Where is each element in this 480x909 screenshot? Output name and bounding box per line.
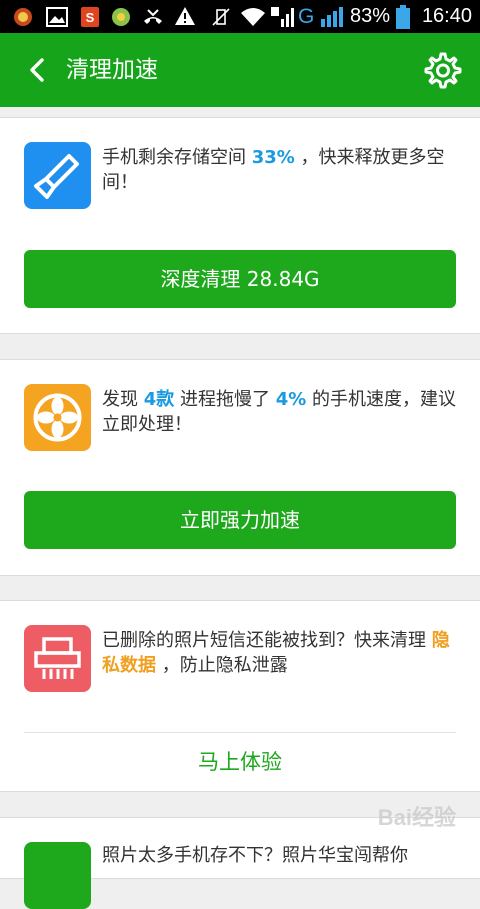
signal-icon-sim2 bbox=[271, 7, 294, 27]
divider bbox=[24, 732, 456, 733]
fan-icon bbox=[24, 384, 91, 451]
privacy-message: 已删除的照片短信还能被找到？快来清理 隐私数据 ，防止隐私泄露 bbox=[102, 628, 462, 678]
back-icon[interactable] bbox=[20, 51, 56, 89]
battery-icon bbox=[396, 5, 410, 29]
page-title: 清理加速 bbox=[66, 57, 158, 83]
storage-message: 手机剩余存储空间 33% ，快来释放更多空间！ bbox=[102, 145, 462, 195]
speedup-text-1: 发现 bbox=[102, 389, 144, 410]
watermark: Bai经验 bbox=[377, 805, 456, 830]
image-notification-icon bbox=[46, 7, 68, 27]
storage-percent: 33% bbox=[251, 147, 295, 168]
boost-button[interactable]: 立即强力加速 bbox=[24, 491, 456, 549]
signal-icon-sim1 bbox=[321, 7, 343, 27]
privacy-card: 已删除的照片短信还能被找到？快来清理 隐私数据 ，防止隐私泄露 马上体验 bbox=[0, 600, 480, 792]
try-now-link[interactable]: 马上体验 bbox=[0, 746, 480, 776]
shredder-glyph bbox=[34, 637, 81, 679]
privacy-text-prefix: 已删除的照片短信还能被找到？快来清理 bbox=[102, 630, 432, 651]
storage-text-prefix: 手机剩余存储空间 bbox=[102, 147, 252, 168]
speedup-message: 发现 4款 进程拖慢了 4% 的手机速度，建议立即处理！ bbox=[102, 387, 462, 437]
photo-icon bbox=[24, 842, 91, 909]
process-count: 4款 bbox=[143, 389, 175, 410]
broom-icon bbox=[24, 142, 91, 209]
privacy-text-suffix: ，防止隐私泄露 bbox=[156, 655, 288, 676]
deep-clean-button[interactable]: 深度清理 28.84G bbox=[24, 250, 456, 308]
missed-call-icon bbox=[144, 9, 162, 24]
photo-message: 照片太多手机存不下？照片华宝闯帮你 bbox=[102, 845, 408, 866]
slowdown-percent: 4% bbox=[275, 389, 307, 410]
game-notification-icon bbox=[112, 8, 130, 26]
fan-glyph bbox=[33, 393, 82, 442]
speedup-card: 发现 4款 进程拖慢了 4% 的手机速度，建议立即处理！ 立即强力加速 bbox=[0, 359, 480, 576]
shredder-icon bbox=[24, 625, 91, 692]
wifi-icon bbox=[241, 8, 265, 26]
vibrate-off-icon bbox=[212, 8, 230, 26]
app-notification-icon bbox=[14, 8, 32, 26]
app-header: 清理加速 bbox=[0, 33, 480, 107]
storage-card: 手机剩余存储空间 33% ，快来释放更多空间！ 深度清理 28.84G bbox=[0, 117, 480, 334]
s-app-notification-icon: S bbox=[81, 7, 99, 27]
settings-gear-icon[interactable] bbox=[422, 50, 462, 90]
svg-text:S: S bbox=[86, 10, 95, 25]
broom-glyph bbox=[34, 154, 79, 199]
speedup-text-2: 进程拖慢了 bbox=[174, 389, 276, 410]
status-bar: S G 83% 16:40 bbox=[0, 0, 480, 33]
battery-percent: 83% bbox=[349, 5, 390, 27]
clock: 16:40 bbox=[421, 5, 472, 27]
network-type-label: G bbox=[298, 4, 315, 28]
warning-icon bbox=[175, 7, 195, 25]
